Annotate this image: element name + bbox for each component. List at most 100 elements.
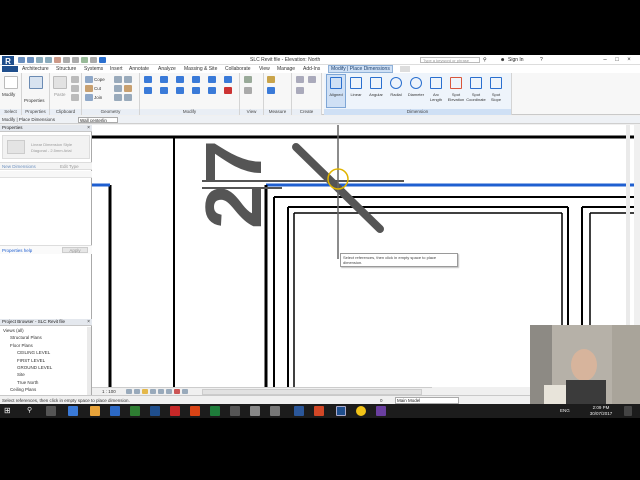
maximize-icon[interactable]: □ [612, 56, 622, 64]
tag-qat-icon[interactable] [81, 57, 88, 63]
copy-element-icon[interactable] [160, 87, 168, 94]
project-browser-item[interactable]: CEILING LEVEL [17, 350, 50, 355]
media-icon[interactable] [130, 406, 140, 416]
join-icon[interactable] [85, 94, 93, 101]
cut-geometry-icon[interactable] [85, 85, 93, 92]
create-parts-icon[interactable] [308, 76, 316, 83]
edge-icon[interactable] [68, 406, 78, 416]
measure-qat-icon[interactable] [63, 57, 70, 63]
start-icon[interactable]: ⊞ [4, 406, 11, 415]
clock-date[interactable]: 30/07/2017 [586, 411, 616, 416]
modify-button[interactable]: Modify [2, 92, 15, 97]
trim-icon[interactable] [192, 87, 200, 94]
project-browser-close-icon[interactable]: × [87, 319, 90, 325]
save-icon[interactable] [27, 57, 34, 63]
language-indicator[interactable]: ENG [560, 408, 570, 413]
dimension-qat-icon[interactable] [72, 57, 79, 63]
placement-select[interactable]: Wall centerlin [78, 117, 118, 123]
tab-manage[interactable]: Manage [277, 66, 295, 72]
mirror-axis-icon[interactable] [176, 76, 184, 83]
minimize-icon[interactable]: – [600, 56, 610, 64]
delete-icon[interactable] [224, 87, 232, 94]
dimension-text[interactable]: 27 [184, 140, 284, 229]
project-browser-item[interactable]: True North [17, 380, 38, 385]
unjoin-icon[interactable] [114, 94, 122, 101]
tab-view[interactable]: View [259, 66, 270, 72]
dimension-tool-button[interactable]: Spot Elevation [446, 75, 466, 108]
search-input[interactable]: Type a keyword or phrase [420, 57, 480, 63]
undo-icon[interactable] [36, 57, 43, 63]
cope-icon[interactable] [85, 76, 93, 83]
panel-select-label[interactable]: Select [0, 109, 21, 115]
open-icon[interactable] [18, 57, 25, 63]
paste-icon[interactable] [53, 76, 67, 89]
remove-paint-icon[interactable] [124, 94, 132, 101]
project-browser-item[interactable]: Floor Plans [10, 343, 33, 348]
project-browser-item[interactable]: GROUND LEVEL [17, 365, 52, 370]
rotate-icon[interactable] [176, 87, 184, 94]
sketchup-icon[interactable] [230, 406, 240, 416]
aligned-dimension-small-icon[interactable] [267, 87, 275, 94]
create-group-icon[interactable] [296, 87, 304, 94]
scale-readout[interactable]: 1 : 100 [102, 389, 116, 394]
sign-in-link[interactable]: Sign In [508, 57, 524, 63]
powerpoint-icon[interactable] [314, 406, 324, 416]
revit-taskbar-icon[interactable] [336, 406, 346, 416]
close-icon[interactable]: × [624, 56, 634, 64]
dimension-tool-button[interactable]: Spot Coordinate [466, 75, 486, 108]
tab-massing-site[interactable]: Massing & Site [184, 66, 217, 72]
instance-selector[interactable]: New Dimensions [2, 164, 36, 169]
properties-button[interactable]: Properties [24, 98, 45, 103]
cope-button[interactable]: Cope [94, 77, 105, 82]
show-crop-icon[interactable] [166, 389, 172, 394]
dimension-tool-button[interactable]: Arc Length [426, 75, 446, 108]
split-icon[interactable] [208, 76, 216, 83]
join-button[interactable]: Join [94, 95, 102, 100]
project-browser-item[interactable]: Site [17, 372, 25, 377]
chrome-icon[interactable] [356, 406, 366, 416]
illustrator-icon[interactable] [190, 406, 200, 416]
demolish-icon[interactable] [124, 85, 132, 92]
override-graphics-icon[interactable] [244, 76, 252, 83]
tab-add-ins[interactable]: Add-Ins [303, 66, 320, 72]
dimension-tool-button[interactable]: Spot Slope [486, 75, 506, 108]
move-icon[interactable] [144, 87, 152, 94]
calculator-icon[interactable] [250, 406, 260, 416]
task-view-icon[interactable] [46, 406, 56, 416]
notifications-icon[interactable] [624, 406, 632, 416]
tab-collaborate[interactable]: Collaborate [225, 66, 251, 72]
array-icon[interactable] [208, 87, 216, 94]
create-similar-icon[interactable] [296, 76, 304, 83]
file-explorer-icon[interactable] [90, 406, 100, 416]
split-face-icon[interactable] [124, 76, 132, 83]
outlook-icon[interactable] [150, 406, 160, 416]
project-browser-scrollbar[interactable] [87, 327, 91, 395]
properties-help-link[interactable]: Properties help [2, 248, 32, 253]
wall-joins-icon[interactable] [114, 76, 122, 83]
project-browser-item[interactable]: Views (all) [3, 328, 24, 333]
file-tab[interactable] [2, 66, 18, 72]
app-icon[interactable] [376, 406, 386, 416]
modify-qat-icon[interactable] [99, 57, 106, 63]
dimension-tool-button[interactable]: Diameter [406, 75, 426, 108]
help-icon[interactable]: ? [540, 57, 543, 63]
paint-icon[interactable] [114, 85, 122, 92]
project-browser-item[interactable]: FIRST LEVEL [17, 358, 45, 363]
shadows-icon[interactable] [150, 389, 156, 394]
word-icon[interactable] [294, 406, 304, 416]
cut-icon[interactable] [71, 76, 79, 83]
active-workset[interactable]: Main Model [395, 397, 459, 404]
temporary-hide-icon[interactable] [174, 389, 180, 394]
measure-icon[interactable] [267, 76, 275, 83]
ribbon-toggle-icon[interactable] [400, 66, 410, 72]
pin-icon[interactable] [224, 76, 232, 83]
acrobat-icon[interactable] [170, 406, 180, 416]
tab-architecture[interactable]: Architecture [22, 66, 49, 72]
tab-structure[interactable]: Structure [56, 66, 76, 72]
type-selector[interactable]: Linear Dimension Style Diagonal - 2.5mm … [2, 135, 90, 159]
crop-view-icon[interactable] [158, 389, 164, 394]
dimension-tool-button[interactable]: Aligned [326, 75, 346, 108]
excel-icon[interactable] [210, 406, 220, 416]
cursor-arrow-icon[interactable] [4, 76, 18, 89]
clock-time[interactable]: 2:09 PM [586, 405, 616, 410]
